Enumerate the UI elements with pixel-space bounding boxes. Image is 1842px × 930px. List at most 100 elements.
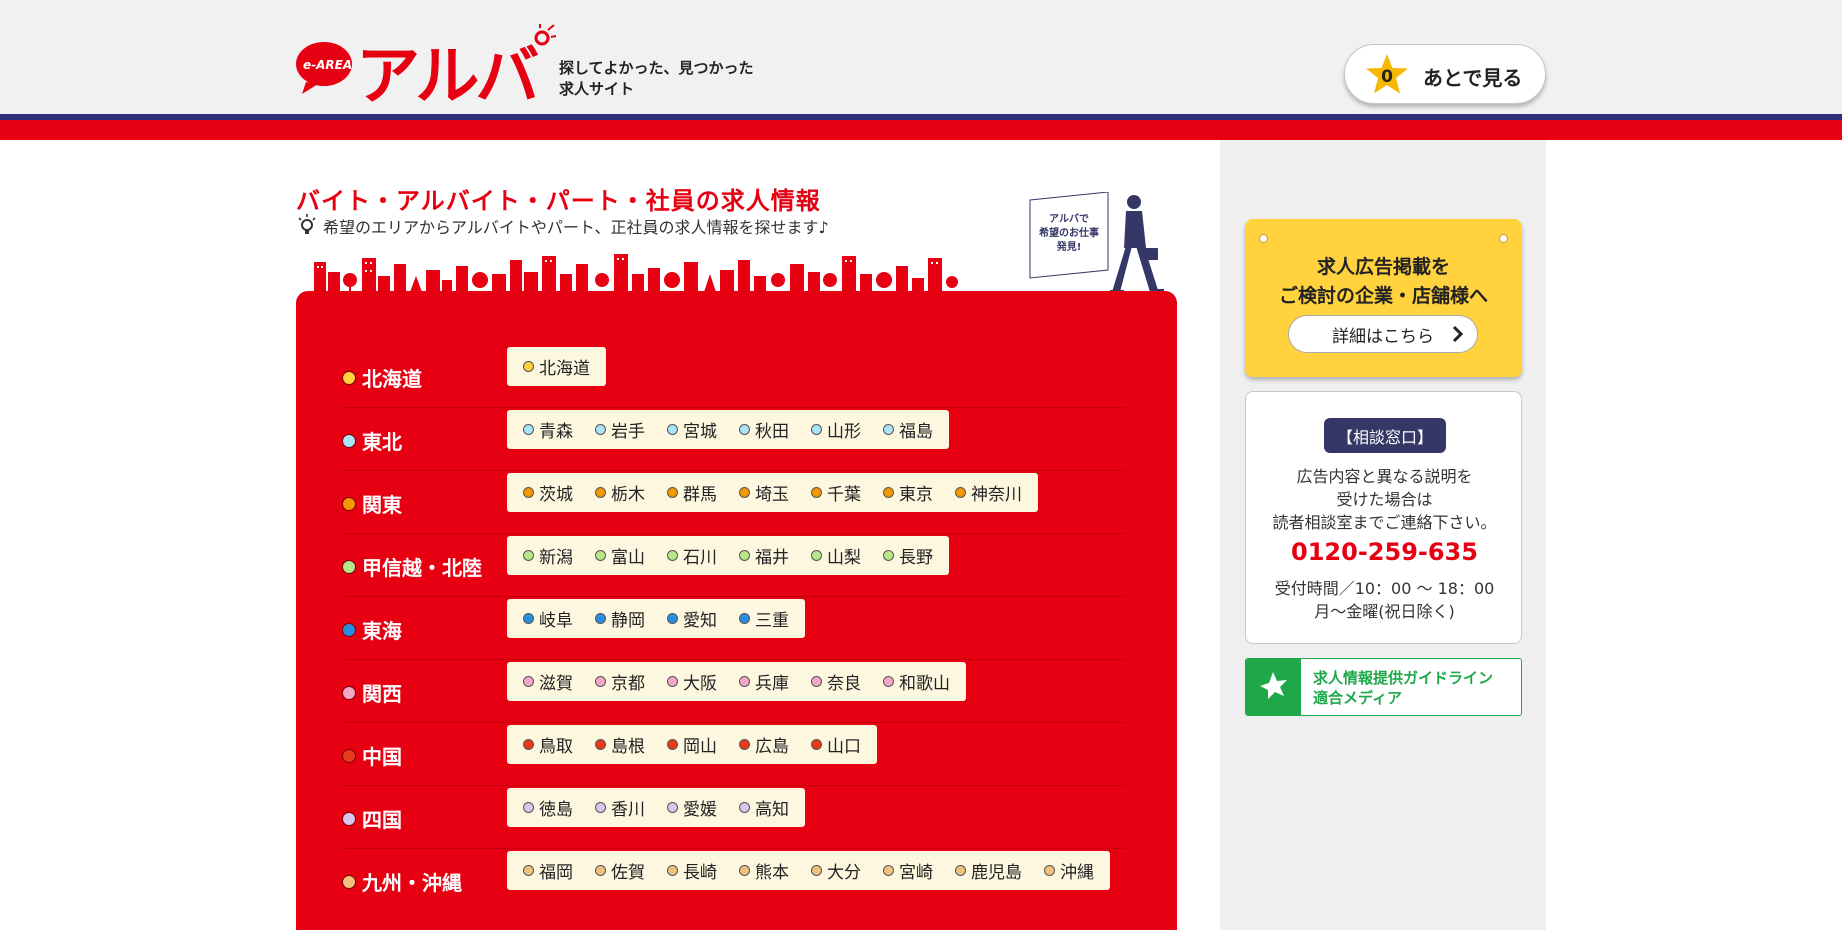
prefecture-link[interactable]: 神奈川 (955, 480, 1022, 505)
prefecture-link[interactable]: 鳥取 (523, 732, 573, 757)
details-button[interactable]: 詳細はこちら (1288, 315, 1478, 353)
tagline-line2: 求人サイト (559, 80, 635, 98)
prefecture-name: 宮城 (683, 422, 717, 442)
prefecture-link[interactable]: 愛知 (667, 606, 717, 631)
prefecture-name: 石川 (683, 548, 717, 568)
consultation-hours-line1: 受付時間／10：00 ～ 18：00 (1274, 579, 1495, 598)
prefecture-link[interactable]: 宮城 (667, 417, 717, 442)
prefecture-link[interactable]: 宮崎 (883, 858, 933, 883)
prefecture-link[interactable]: 高知 (739, 795, 789, 820)
region-label-hokkaido[interactable]: 北海道 (342, 363, 422, 392)
pin-icon (1499, 234, 1508, 243)
prefecture-link[interactable]: 静岡 (595, 606, 645, 631)
prefecture-link[interactable]: 徳島 (523, 795, 573, 820)
prefecture-link[interactable]: 茨城 (523, 480, 573, 505)
region-row-koshinetsu-hokuriku: 甲信越・北陸 新潟 富山 石川 福井 山梨 長野 (342, 534, 1126, 597)
prefecture-link[interactable]: 鹿児島 (955, 858, 1022, 883)
consultation-phone[interactable]: 0120-259-635 (1246, 538, 1523, 566)
prefecture-link[interactable]: 栃木 (595, 480, 645, 505)
prefecture-link[interactable]: 山梨 (811, 543, 861, 568)
prefecture-link[interactable]: 大分 (811, 858, 861, 883)
region-label-kansai[interactable]: 関西 (342, 678, 402, 707)
prefecture-dot-icon (739, 865, 750, 876)
prefecture-dot-icon (667, 550, 678, 561)
prefecture-link[interactable]: 長崎 (667, 858, 717, 883)
prefecture-link[interactable]: 山口 (811, 732, 861, 757)
prefecture-link[interactable]: 福井 (739, 543, 789, 568)
prefecture-link[interactable]: 三重 (739, 606, 789, 631)
prefecture-name: 岩手 (611, 422, 645, 442)
region-label-kanto[interactable]: 関東 (342, 489, 402, 518)
prefecture-link[interactable]: 愛媛 (667, 795, 717, 820)
prefecture-link[interactable]: 佐賀 (595, 858, 645, 883)
region-label-tokai[interactable]: 東海 (342, 615, 402, 644)
prefecture-list: 北海道 (507, 347, 606, 386)
prefecture-link[interactable]: 島根 (595, 732, 645, 757)
guideline-mark-icon (1246, 659, 1301, 715)
prefecture-link[interactable]: 奈良 (811, 669, 861, 694)
prefecture-dot-icon (667, 676, 678, 687)
prefecture-name: 高知 (755, 800, 789, 820)
prefecture-dot-icon (811, 739, 822, 750)
prefecture-link[interactable]: 北海道 (523, 354, 590, 379)
prefecture-link[interactable]: 埼玉 (739, 480, 789, 505)
tagline-line1: 探してよかった、見つかった (559, 59, 754, 77)
region-name-text: 四国 (362, 808, 402, 832)
prefecture-name: 長野 (899, 548, 933, 568)
prefecture-link[interactable]: 兵庫 (739, 669, 789, 694)
prefecture-link[interactable]: 東京 (883, 480, 933, 505)
prefecture-link[interactable]: 熊本 (739, 858, 789, 883)
advertiser-banner[interactable]: 求人広告掲載を ご検討の企業・店舗様へ 詳細はこちら (1245, 219, 1522, 377)
advertiser-banner-text: 求人広告掲載を ご検討の企業・店舗様へ (1245, 253, 1522, 311)
region-row-hokkaido: 北海道 北海道 (342, 345, 1126, 408)
region-label-tohoku[interactable]: 東北 (342, 426, 402, 455)
prefecture-dot-icon (955, 487, 966, 498)
prefecture-name: 新潟 (539, 548, 573, 568)
consultation-line3: 読者相談室までご連絡下さい。 (1272, 513, 1497, 532)
region-label-koshinetsu-hokuriku[interactable]: 甲信越・北陸 (342, 552, 482, 581)
region-label-kyushu-okinawa[interactable]: 九州・沖縄 (342, 867, 462, 896)
prefecture-name: 群馬 (683, 485, 717, 505)
prefecture-link[interactable]: 大阪 (667, 669, 717, 694)
prefecture-link[interactable]: 石川 (667, 543, 717, 568)
prefecture-link[interactable]: 長野 (883, 543, 933, 568)
prefecture-link[interactable]: 秋田 (739, 417, 789, 442)
prefecture-link[interactable]: 岩手 (595, 417, 645, 442)
prefecture-link[interactable]: 富山 (595, 543, 645, 568)
page-subtitle: 希望のエリアからアルバイトやパート、正社員の求人情報を探せます♪ (297, 214, 829, 238)
prefecture-link[interactable]: 千葉 (811, 480, 861, 505)
svg-text:アルバ: アルバ (356, 40, 538, 104)
prefecture-dot-icon (595, 676, 606, 687)
consultation-hours: 受付時間／10：00 ～ 18：00 月～金曜(祝日除く) (1246, 577, 1523, 623)
prefecture-dot-icon (523, 361, 534, 372)
site-header: e-AREA アルバ 探してよかった、見つかった 求人サイト 0 あとで見る (0, 0, 1842, 114)
region-label-chugoku[interactable]: 中国 (342, 741, 402, 770)
watch-later-button[interactable]: 0 あとで見る (1344, 44, 1546, 104)
prefecture-link[interactable]: 香川 (595, 795, 645, 820)
prefecture-link[interactable]: 滋賀 (523, 669, 573, 694)
prefecture-link[interactable]: 岐阜 (523, 606, 573, 631)
prefecture-link[interactable]: 和歌山 (883, 669, 950, 694)
prefecture-dot-icon (811, 865, 822, 876)
region-label-shikoku[interactable]: 四国 (342, 804, 402, 833)
site-logo[interactable]: e-AREA アルバ (296, 22, 557, 114)
prefecture-link[interactable]: 福岡 (523, 858, 573, 883)
prefecture-dot-icon (523, 676, 534, 687)
pin-icon (1259, 234, 1268, 243)
prefecture-link[interactable]: 群馬 (667, 480, 717, 505)
prefecture-link[interactable]: 山形 (811, 417, 861, 442)
prefecture-name: 愛知 (683, 611, 717, 631)
prefecture-link[interactable]: 沖縄 (1044, 858, 1094, 883)
prefecture-link[interactable]: 京都 (595, 669, 645, 694)
prefecture-link[interactable]: 新潟 (523, 543, 573, 568)
prefecture-dot-icon (595, 802, 606, 813)
region-row-shikoku: 四国 徳島 香川 愛媛 高知 (342, 786, 1126, 849)
prefecture-link[interactable]: 広島 (739, 732, 789, 757)
prefecture-link[interactable]: 岡山 (667, 732, 717, 757)
guideline-media-badge[interactable]: 求人情報提供ガイドライン 適合メディア (1245, 658, 1522, 716)
prefecture-name: 神奈川 (971, 485, 1022, 505)
prefecture-link[interactable]: 福島 (883, 417, 933, 442)
prefecture-name: 東京 (899, 485, 933, 505)
prefecture-link[interactable]: 青森 (523, 417, 573, 442)
chevron-right-icon (1452, 325, 1464, 343)
